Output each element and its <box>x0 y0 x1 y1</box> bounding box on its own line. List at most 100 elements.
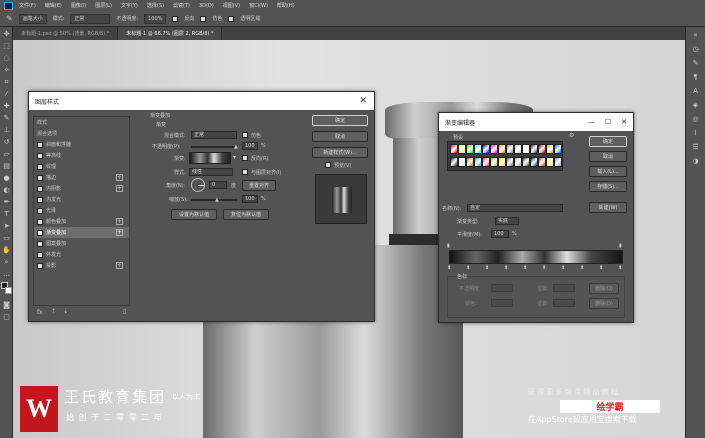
menu-item-window[interactable]: 窗口(W) <box>249 2 268 9</box>
gradient-preset-swatch[interactable] <box>514 144 522 154</box>
load-button[interactable]: 载入(L)... <box>589 166 627 177</box>
style-list-item[interactable]: 渐变叠加 + <box>34 227 129 238</box>
type-tool-icon[interactable]: T <box>2 210 11 219</box>
mode-select[interactable]: 正常 <box>70 13 111 24</box>
style-checkbox[interactable] <box>37 174 43 181</box>
hand-tool-icon[interactable]: ✋ <box>2 246 11 255</box>
reset-alignment-button[interactable]: 重置对齐 <box>242 180 276 191</box>
pen-tool-icon[interactable]: ✒ <box>2 198 11 207</box>
preview-checkbox[interactable] <box>325 162 331 168</box>
move-tool-icon[interactable]: ✥ <box>2 30 11 39</box>
cancel-button[interactable]: 取消 <box>589 151 627 162</box>
quick-mask-icon[interactable]: ◙ <box>2 301 11 310</box>
gradient-preset-swatch[interactable] <box>498 144 506 154</box>
menu-item-type[interactable]: 文字(Y) <box>121 2 138 9</box>
photoshop-logo-icon[interactable] <box>4 1 13 10</box>
style-checkbox[interactable] <box>37 196 43 203</box>
opacity-slider-thumb[interactable]: ▲ <box>234 144 238 150</box>
style-list-item[interactable]: 外发光 <box>34 249 129 260</box>
move-up-icon[interactable]: ⇡ <box>51 308 56 315</box>
expand-panels-icon[interactable]: « <box>690 31 702 41</box>
menu-item-select[interactable]: 选择(S) <box>147 2 164 9</box>
healing-tool-icon[interactable]: ✚ <box>2 102 11 111</box>
menu-item-filter[interactable]: 滤镜(T) <box>173 2 190 9</box>
gradient-preset-swatch[interactable] <box>490 144 498 154</box>
brush-tool-icon[interactable]: ✎ <box>6 14 13 23</box>
gradient-preset-swatch[interactable] <box>466 144 474 154</box>
transparency-checkbox[interactable] <box>228 15 235 22</box>
gradient-preset-swatch[interactable] <box>490 157 498 167</box>
eraser-tool-icon[interactable]: ▱ <box>2 150 11 159</box>
style-checkbox[interactable] <box>37 229 43 236</box>
crop-tool-icon[interactable]: ⌗ <box>2 78 11 87</box>
gradient-preset-swatch[interactable] <box>546 144 554 154</box>
gradient-preset-swatch[interactable] <box>474 157 482 167</box>
opacity-input[interactable]: 100% <box>144 13 167 24</box>
opacity-stop-left[interactable]: ▮ <box>447 243 450 249</box>
add-instance-icon[interactable]: + <box>116 262 123 269</box>
menu-item-file[interactable]: 文件(F) <box>19 2 36 9</box>
style-list-item[interactable]: 图案叠加 <box>34 238 129 249</box>
style-checkbox[interactable] <box>37 185 43 192</box>
add-instance-icon[interactable]: + <box>116 185 123 192</box>
close-icon[interactable]: ✕ <box>621 118 627 126</box>
add-instance-icon[interactable]: + <box>116 174 123 181</box>
style-checkbox[interactable] <box>37 152 43 159</box>
eyedropper-tool-icon[interactable]: ⁄ <box>2 90 11 99</box>
blend-mode-select[interactable]: 正常 <box>191 131 237 139</box>
ok-button[interactable]: 确定 <box>589 136 627 147</box>
gradient-preset-swatch[interactable] <box>546 157 554 167</box>
properties-panel-icon[interactable]: ☰ <box>690 143 702 153</box>
cancel-button[interactable]: 取消 <box>312 131 368 142</box>
gradient-preview[interactable] <box>189 152 231 164</box>
smooth-input[interactable]: 100 <box>491 230 509 238</box>
quick-select-tool-icon[interactable]: ✧ <box>2 66 11 75</box>
style-list-item[interactable]: 内发光 <box>34 194 129 205</box>
new-gradient-button[interactable]: 新建(W) <box>589 202 627 213</box>
history-brush-tool-icon[interactable]: ↺ <box>2 138 11 147</box>
adjustments-panel-icon[interactable]: ◑ <box>690 157 702 167</box>
gradient-preset-swatch[interactable] <box>450 144 458 154</box>
new-style-button[interactable]: 新建样式(W)... <box>312 147 368 158</box>
style-checkbox[interactable] <box>37 218 43 225</box>
brush-size-dropdown[interactable]: 画笔大小 <box>18 13 47 24</box>
opacity-slider[interactable] <box>191 146 237 148</box>
gradient-preset-swatch[interactable] <box>522 144 530 154</box>
gradient-preset-swatch[interactable] <box>530 144 538 154</box>
gradient-preset-swatch[interactable] <box>538 144 546 154</box>
path-select-tool-icon[interactable]: ➤ <box>2 222 11 231</box>
gradient-preset-swatch[interactable] <box>458 157 466 167</box>
menu-item-3d[interactable]: 3D(D) <box>199 3 214 9</box>
trash-icon[interactable]: ▯ <box>123 308 126 315</box>
brush-tool-icon[interactable]: ✎ <box>2 114 11 123</box>
color-stop-marker[interactable]: ⬆ <box>561 265 565 271</box>
reset-default-button[interactable]: 复位为默认值 <box>223 209 269 220</box>
lasso-tool-icon[interactable]: ◌ <box>2 54 11 63</box>
gradient-preset-swatch[interactable] <box>466 157 474 167</box>
zoom-tool-icon[interactable]: ⌕ <box>2 258 11 267</box>
gradient-preset-swatch[interactable] <box>482 144 490 154</box>
marquee-tool-icon[interactable]: ⬚ <box>2 42 11 51</box>
gradient-preset-swatch[interactable] <box>450 157 458 167</box>
add-instance-icon[interactable]: + <box>116 229 123 236</box>
dodge-tool-icon[interactable]: ◐ <box>2 186 11 195</box>
close-icon[interactable]: ✕ <box>359 96 374 106</box>
add-instance-icon[interactable]: + <box>116 218 123 225</box>
color-stop-marker[interactable]: ⬆ <box>542 265 546 271</box>
menu-item-image[interactable]: 图像(I) <box>71 2 86 9</box>
gradient-preset-swatch[interactable] <box>522 157 530 167</box>
style-list-item[interactable]: 描边 + <box>34 172 129 183</box>
screen-mode-icon[interactable]: ▢ <box>2 313 11 322</box>
reverse-checkbox[interactable] <box>172 15 179 22</box>
style-checkbox[interactable] <box>37 141 43 148</box>
menu-item-edit[interactable]: 编辑(E) <box>45 2 62 9</box>
style-list-item[interactable]: 斜面和浮雕 <box>34 139 129 150</box>
move-down-icon[interactable]: ⇣ <box>63 308 68 315</box>
color-stop-marker[interactable]: ⬆ <box>599 265 603 271</box>
gradient-preset-swatch[interactable] <box>554 144 562 154</box>
style-list-item[interactable]: 纹理 <box>34 161 129 172</box>
stamp-tool-icon[interactable]: ⊥ <box>2 126 11 135</box>
color-stop-marker[interactable]: ⬆ <box>618 265 622 271</box>
style-list-item[interactable]: 颜色叠加 + <box>34 216 129 227</box>
more-tools-icon[interactable]: … <box>2 270 11 279</box>
